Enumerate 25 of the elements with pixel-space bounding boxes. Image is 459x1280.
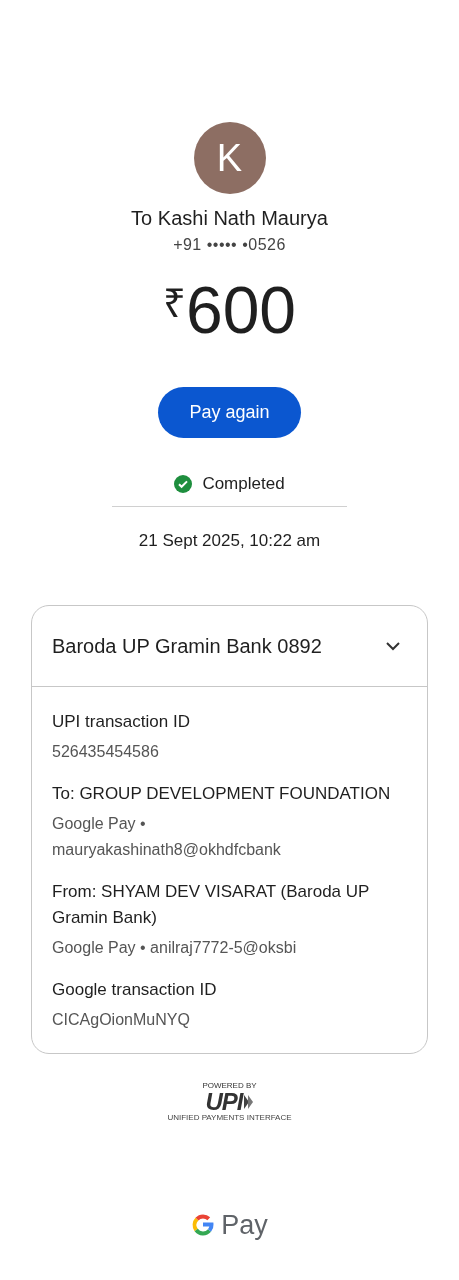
currency-symbol: ₹ [162,280,186,327]
account-header[interactable]: Baroda UP Gramin Bank 0892 [32,606,427,687]
chevron-down-icon[interactable] [385,641,401,651]
avatar: K [193,122,266,194]
upi-logo: UPI [205,1090,243,1114]
pay-again-button[interactable]: Pay again [158,387,301,438]
field-label: From: SHYAM DEV VISARAT (Baroda UP Gramin Bank) [52,881,371,929]
upi-tagline: UNIFIED PAYMENTS INTERFACE [167,1114,292,1122]
bank-account-name: Baroda UP Gramin Bank 0892 [52,634,322,658]
field-label: UPI transaction ID [52,711,191,733]
field-value: Google Pay • anilraj7772-5@oksbi [52,938,298,958]
field-label: To: GROUP DEVELOPMENT FOUNDATION [52,783,392,805]
field-label: Google transaction ID [52,979,218,1001]
status-label: Completed [202,474,285,494]
payee-name: To Kashi Nath Maurya [131,206,328,230]
field-value: Google Pay • mauryakashinath8@okhdfcbank [52,814,282,860]
powered-by-label: POWERED BY [202,1082,257,1090]
phone-number: +91 ••••• •0526 [173,235,286,255]
field-value: CICAgOionMuNYQ [52,1010,191,1030]
g-logo-icon [191,1213,216,1237]
pay-wordmark: Pay [221,1210,268,1240]
transaction-date: 21 Sept 2025, 10:22 am [138,531,321,551]
double-arrow-icon [243,1095,254,1109]
field-value: 526435454586 [52,742,160,762]
amount: 600 [185,275,297,345]
